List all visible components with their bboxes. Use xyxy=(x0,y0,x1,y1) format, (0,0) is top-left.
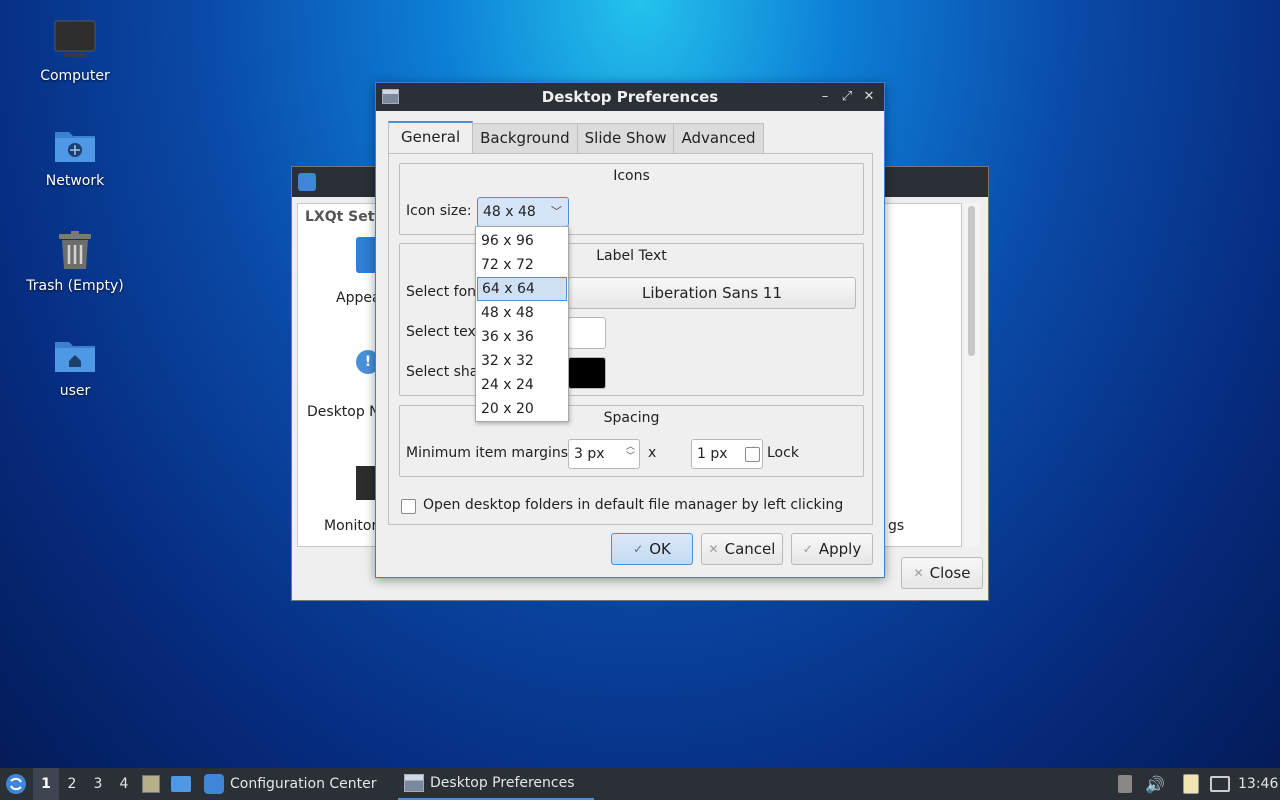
show-desktop-icon[interactable] xyxy=(142,768,162,800)
general-tab-pane: Icons Icon size: 48 x 48 ﹀ Label Text Se… xyxy=(388,153,873,525)
icon-size-option[interactable]: 32 x 32 xyxy=(477,349,567,373)
cancel-icon: ✕ xyxy=(708,542,719,556)
home-folder-icon xyxy=(25,333,125,377)
desktop-switch-2[interactable]: 2 xyxy=(59,768,85,800)
desktop-icon-trash[interactable]: Trash (Empty) xyxy=(25,228,125,294)
trash-icon xyxy=(25,228,125,272)
desktop-icon-label: Computer xyxy=(40,68,110,84)
check-icon: ✓ xyxy=(633,542,644,556)
icon-size-option[interactable]: 48 x 48 xyxy=(477,301,567,325)
tab-general[interactable]: General xyxy=(388,121,474,153)
dialog-title: Desktop Preferences xyxy=(541,88,719,106)
cancel-button[interactable]: ✕ Cancel xyxy=(701,533,783,565)
desktop-icon-computer[interactable]: Computer xyxy=(25,18,125,84)
file-manager-icon[interactable] xyxy=(171,768,193,800)
open-folders-label: Open desktop folders in default file man… xyxy=(423,497,844,513)
label-text-group: Label Text Select font Liberation Sans 1… xyxy=(399,243,864,396)
icon-size-option[interactable]: 96 x 96 xyxy=(477,229,567,253)
tab-background[interactable]: Background xyxy=(472,123,578,153)
desktop-icon-network[interactable]: Network xyxy=(25,123,125,189)
minimum-item-margins-label: Minimum item margins: xyxy=(406,445,573,461)
icon-size-option[interactable]: 36 x 36 xyxy=(477,325,567,349)
spacing-group: Spacing Minimum item margins: 3 px ︿ ﹀ x … xyxy=(399,405,864,477)
desktop-preferences-task-icon xyxy=(404,774,424,792)
minimize-icon[interactable]: – xyxy=(818,87,832,105)
label-text-group-title: Label Text xyxy=(596,248,667,264)
lxqt-logo-icon xyxy=(6,774,26,794)
select-text-color-label: Select text xyxy=(406,324,482,340)
config-item-truncated[interactable]: gs xyxy=(888,518,904,534)
desktop-switch-4[interactable]: 4 xyxy=(111,768,137,800)
app-menu-button[interactable] xyxy=(4,768,28,800)
spacing-group-title: Spacing xyxy=(603,410,660,426)
apply-button[interactable]: ✓ Apply xyxy=(791,533,873,565)
icons-group-title: Icons xyxy=(613,168,650,184)
desktop-icon-user[interactable]: user xyxy=(25,333,125,399)
chevron-down-icon: ﹀ xyxy=(551,205,562,218)
network-status-icon[interactable] xyxy=(1210,768,1232,800)
config-item-appearance[interactable]: Appea xyxy=(336,290,381,306)
lock-checkbox[interactable] xyxy=(745,447,760,462)
desktop-switch-1[interactable]: 1 xyxy=(33,768,59,800)
select-font-button[interactable]: Liberation Sans 11 xyxy=(568,277,856,309)
close-button[interactable]: ✕ Close xyxy=(901,557,983,589)
icon-size-label: Icon size: xyxy=(406,203,472,219)
tab-slide-show[interactable]: Slide Show xyxy=(576,123,675,153)
desktop-icon-label: Trash (Empty) xyxy=(26,278,124,294)
spin-arrows-icon[interactable]: ︿﹀ xyxy=(626,442,635,462)
desktop-preferences-dialog: Desktop Preferences – ⤢ ✕ General Backgr… xyxy=(375,82,885,578)
config-item-desktop-notifications[interactable]: Desktop N xyxy=(307,404,380,420)
tab-advanced[interactable]: Advanced xyxy=(673,123,764,153)
clipboard-icon[interactable] xyxy=(1183,768,1203,800)
taskbar: 1 2 3 4 Configuration Center Desktop Pre… xyxy=(0,768,1280,800)
times-label: x xyxy=(648,445,657,461)
icon-size-combobox[interactable]: 48 x 48 ﹀ xyxy=(477,197,569,227)
tab-bar: General Background Slide Show Advanced xyxy=(388,121,764,153)
maximize-icon[interactable]: ⤢ xyxy=(840,87,854,105)
margin-x-spinbox[interactable]: 3 px ︿ ﹀ xyxy=(568,439,640,469)
apply-icon: ✓ xyxy=(802,542,813,556)
text-color-button[interactable] xyxy=(568,317,606,349)
lxqt-settings-header: LXQt Setti xyxy=(305,209,386,225)
close-button-icon: ✕ xyxy=(913,566,924,580)
configuration-center-scrollbar[interactable] xyxy=(964,203,980,547)
desktop-icon-label: Network xyxy=(45,173,105,189)
configuration-center-app-icon xyxy=(298,173,316,191)
select-shadow-color-label: Select sha xyxy=(406,364,479,380)
eject-icon[interactable] xyxy=(1118,768,1136,800)
ok-button[interactable]: ✓ OK xyxy=(611,533,693,565)
icon-size-dropdown-list: 96 x 96 72 x 72 64 x 64 48 x 48 36 x 36 … xyxy=(475,226,569,422)
icon-size-option-highlighted[interactable]: 64 x 64 xyxy=(477,277,567,301)
select-font-label: Select font xyxy=(406,284,482,300)
task-configuration-center[interactable]: Configuration Center xyxy=(198,768,383,800)
desktop-switch-3[interactable]: 3 xyxy=(85,768,111,800)
dialog-titlebar[interactable]: Desktop Preferences – ⤢ ✕ xyxy=(376,83,884,111)
close-icon[interactable]: ✕ xyxy=(862,87,876,105)
configuration-center-task-icon xyxy=(204,774,224,794)
network-folder-icon xyxy=(25,123,125,167)
volume-icon[interactable]: 🔊 xyxy=(1145,768,1165,800)
clock[interactable]: 13:46 xyxy=(1238,768,1278,800)
task-desktop-preferences[interactable]: Desktop Preferences xyxy=(398,768,594,800)
icon-size-option[interactable]: 72 x 72 xyxy=(477,253,567,277)
icon-size-option[interactable]: 24 x 24 xyxy=(477,373,567,397)
desktop-icon-label: user xyxy=(59,383,91,399)
shadow-color-button[interactable] xyxy=(568,357,606,389)
open-folders-checkbox[interactable] xyxy=(401,499,416,514)
config-item-monitor[interactable]: Monitor xyxy=(324,518,377,534)
lock-label: Lock xyxy=(767,445,799,461)
icon-size-option[interactable]: 20 x 20 xyxy=(477,397,567,421)
computer-icon xyxy=(25,18,125,62)
icons-group: Icons Icon size: 48 x 48 ﹀ xyxy=(399,163,864,235)
